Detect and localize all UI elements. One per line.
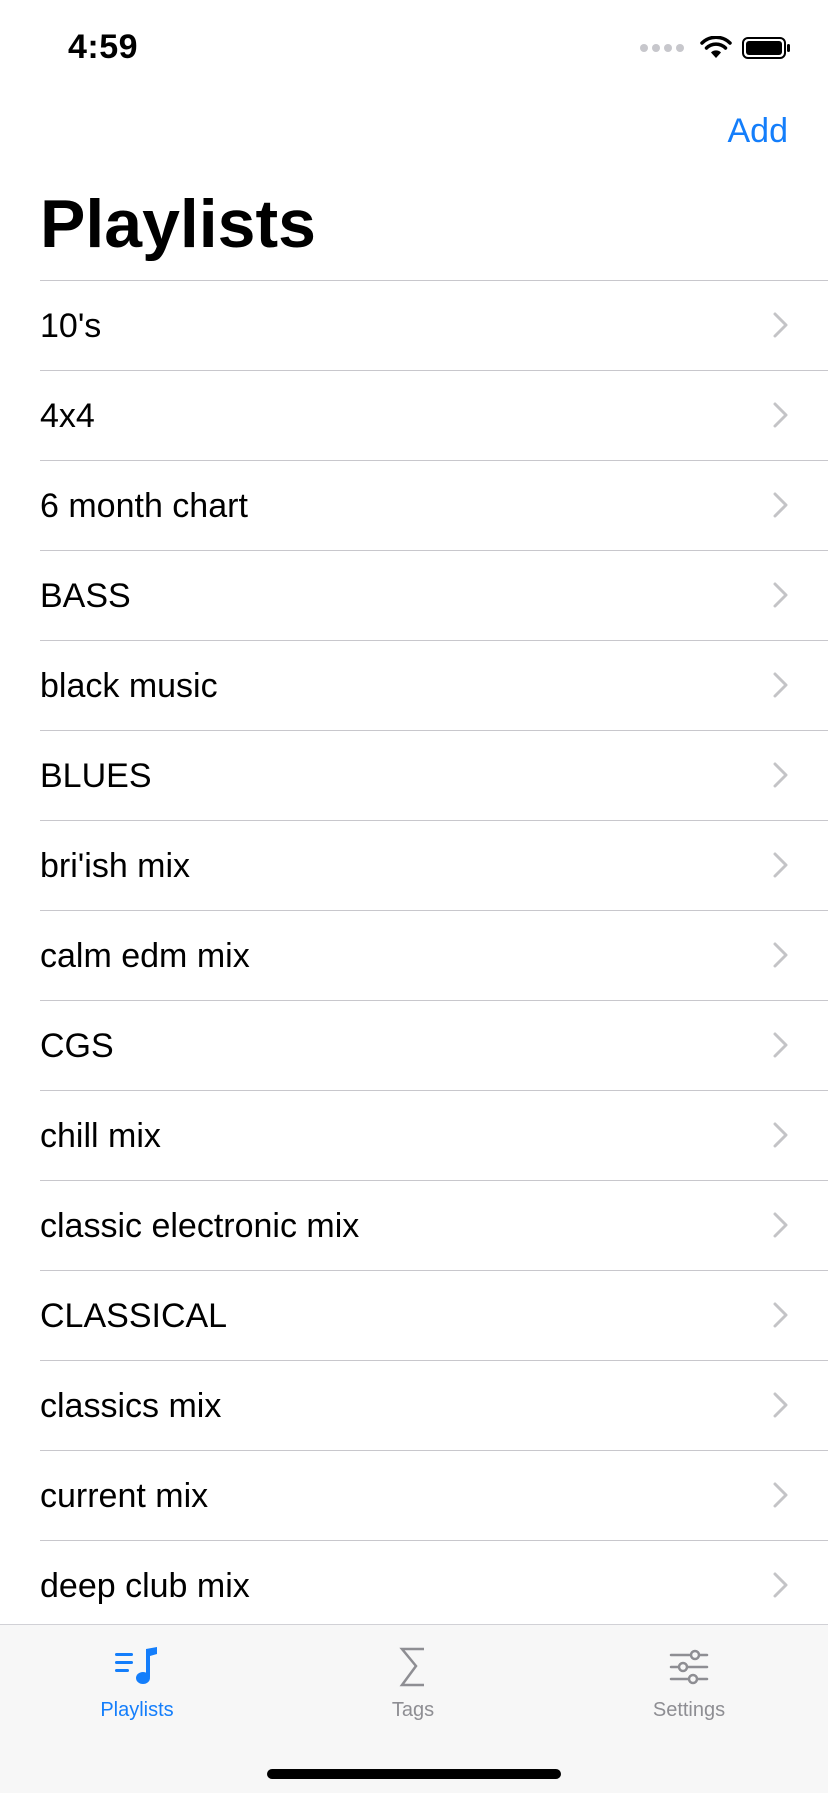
list-item-label: current mix (40, 1477, 209, 1515)
list-item[interactable]: bri'ish mix (40, 820, 828, 910)
sliders-icon (669, 1649, 709, 1685)
list-item-label: calm edm mix (40, 937, 250, 975)
chevron-right-icon (773, 852, 788, 878)
list-item-label: BLUES (40, 757, 152, 795)
playlist-music-icon (115, 1647, 157, 1684)
list-item[interactable]: classics mix (40, 1360, 828, 1450)
chevron-right-icon (773, 582, 788, 608)
wifi-icon (700, 36, 732, 58)
list-item[interactable]: chill mix (40, 1090, 828, 1180)
tab-label: Playlists (100, 1699, 174, 1721)
list-item-label: 4x4 (40, 397, 95, 435)
chevron-right-icon (773, 1032, 788, 1058)
list-item-label: CLASSICAL (40, 1297, 228, 1335)
status-time: 4:59 (68, 28, 139, 66)
chevron-right-icon (773, 1122, 788, 1148)
chevron-right-icon (773, 492, 788, 518)
chevron-right-icon (773, 762, 788, 788)
sigma-icon (399, 1647, 424, 1687)
list-item[interactable]: 6 month chart (40, 460, 828, 550)
list-item[interactable]: deep club mix (40, 1540, 828, 1631)
list-item[interactable]: black music (40, 640, 828, 730)
chevron-right-icon (773, 1302, 788, 1328)
list-item[interactable]: classic electronic mix (40, 1180, 828, 1270)
add-button[interactable]: Add (728, 112, 789, 151)
list-item[interactable]: 10's (40, 280, 828, 370)
home-indicator[interactable] (267, 1769, 561, 1779)
chevron-right-icon (773, 312, 788, 338)
list-item-label: CGS (40, 1027, 114, 1065)
list-item-label: classics mix (40, 1387, 222, 1425)
battery-icon (742, 37, 790, 59)
chevron-right-icon (773, 402, 788, 428)
tab-settings[interactable]: Settings (589, 1625, 789, 1735)
chevron-right-icon (773, 1212, 788, 1238)
status-icons (640, 36, 792, 60)
list-item[interactable]: BASS (40, 550, 828, 640)
tab-bar: Playlists Tags Settings (0, 1624, 828, 1793)
playlist-list: 10's 4x4 6 month chart BASS black music … (0, 280, 828, 1631)
list-item[interactable]: CLASSICAL (40, 1270, 828, 1360)
tab-playlists[interactable]: Playlists (37, 1625, 237, 1735)
tab-label: Settings (652, 1699, 726, 1721)
chevron-right-icon (773, 1392, 788, 1418)
chevron-right-icon (773, 1482, 788, 1508)
cellular-signal-icon (640, 44, 684, 52)
chevron-right-icon (773, 942, 788, 968)
list-item-label: chill mix (40, 1117, 161, 1155)
list-item[interactable]: current mix (40, 1450, 828, 1540)
list-item[interactable]: CGS (40, 1000, 828, 1090)
list-item[interactable]: BLUES (40, 730, 828, 820)
tab-label: Tags (391, 1699, 435, 1721)
list-item-label: 10's (40, 307, 102, 345)
list-item-label: classic electronic mix (40, 1207, 360, 1245)
list-item[interactable]: calm edm mix (40, 910, 828, 1000)
tab-tags[interactable]: Tags (313, 1625, 513, 1735)
list-item[interactable]: 4x4 (40, 370, 828, 460)
chevron-right-icon (773, 1572, 788, 1598)
list-item-label: deep club mix (40, 1567, 250, 1605)
page-title: Playlists (40, 186, 316, 262)
list-item-label: 6 month chart (40, 487, 248, 525)
list-item-label: BASS (40, 577, 131, 615)
list-item-label: black music (40, 667, 218, 705)
list-item-label: bri'ish mix (40, 847, 191, 885)
chevron-right-icon (773, 672, 788, 698)
status-bar: 4:59 (0, 0, 828, 96)
